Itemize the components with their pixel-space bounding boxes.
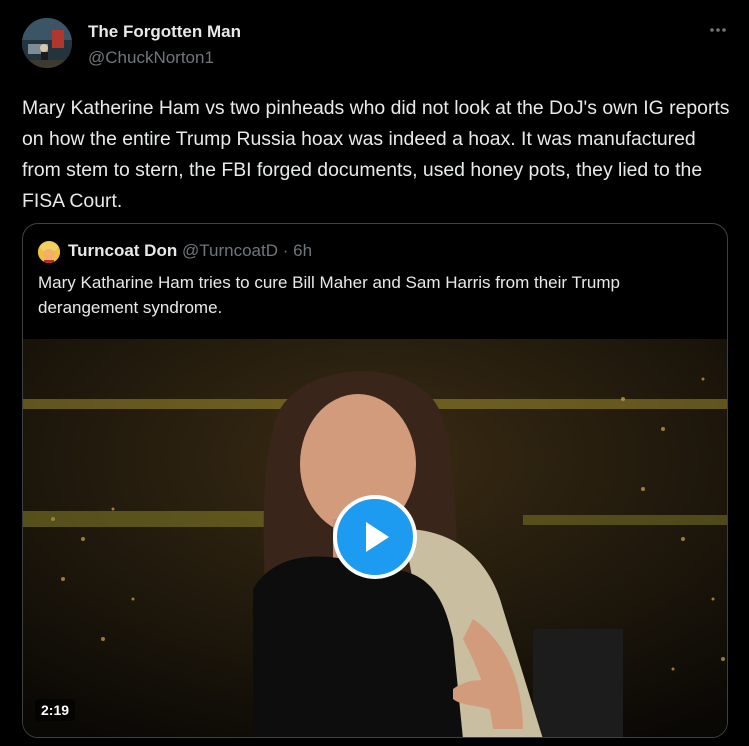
quoted-tweet[interactable]: Turncoat Don @TurncoatD · 6h Mary Kathar… (22, 223, 728, 738)
video-player[interactable]: 2:19 (23, 339, 727, 737)
author-avatar[interactable] (22, 18, 72, 68)
play-icon (366, 522, 389, 552)
play-button[interactable] (333, 495, 417, 579)
quote-meta: @TurncoatD · 6h (182, 241, 312, 261)
more-options-icon[interactable] (706, 20, 730, 40)
author-handle[interactable]: @ChuckNorton1 (88, 48, 214, 68)
quote-author-avatar[interactable] (38, 241, 60, 263)
tweet-text: Mary Katherine Ham vs two pinheads who d… (22, 97, 730, 212)
quote-timestamp[interactable]: 6h (293, 241, 312, 260)
quote-separator: · (282, 241, 289, 260)
quote-author-handle[interactable]: @TurncoatD (182, 241, 278, 260)
video-duration: 2:19 (35, 699, 76, 721)
author-display-name[interactable]: The Forgotten Man (88, 22, 241, 42)
quote-author-display-name[interactable]: Turncoat Don (68, 241, 177, 261)
quote-text: Mary Katharine Ham tries to cure Bill Ma… (38, 273, 620, 317)
